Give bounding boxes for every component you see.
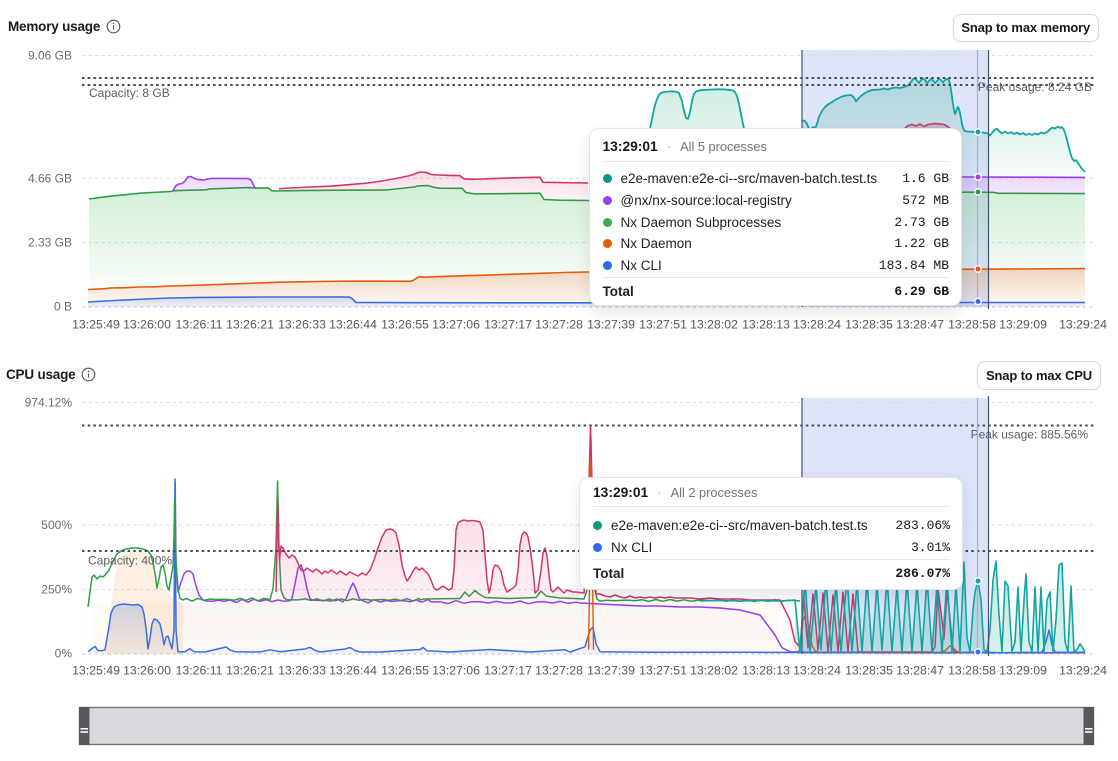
svg-text:13:27:17: 13:27:17 <box>484 318 532 332</box>
svg-text:500%: 500% <box>41 518 72 532</box>
svg-text:13:26:44: 13:26:44 <box>329 664 377 678</box>
svg-text:Capacity: 400%: Capacity: 400% <box>88 554 172 568</box>
svg-text:13:27:06: 13:27:06 <box>432 318 480 332</box>
svg-text:13:28:58: 13:28:58 <box>948 318 996 332</box>
svg-text:13:26:00: 13:26:00 <box>123 318 171 332</box>
svg-text:4.66 GB: 4.66 GB <box>28 171 72 185</box>
svg-text:974.12%: 974.12% <box>25 396 73 410</box>
svg-text:13:27:06: 13:27:06 <box>432 664 480 678</box>
svg-text:13:28:02: 13:28:02 <box>690 664 738 678</box>
svg-text:13:28:35: 13:28:35 <box>845 318 893 332</box>
svg-text:13:28:02: 13:28:02 <box>690 318 738 332</box>
svg-text:0 B: 0 B <box>54 300 72 314</box>
svg-text:13:28:58: 13:28:58 <box>948 664 996 678</box>
svg-text:13:27:17: 13:27:17 <box>484 664 532 678</box>
svg-text:13:26:21: 13:26:21 <box>226 664 274 678</box>
svg-text:13:26:44: 13:26:44 <box>329 318 377 332</box>
svg-text:13:28:47: 13:28:47 <box>896 664 944 678</box>
svg-text:13:29:09: 13:29:09 <box>999 318 1047 332</box>
svg-text:13:27:51: 13:27:51 <box>639 664 687 678</box>
svg-text:13:26:33: 13:26:33 <box>278 664 326 678</box>
svg-text:13:26:11: 13:26:11 <box>176 318 223 332</box>
svg-text:0%: 0% <box>55 647 73 661</box>
svg-text:13:26:55: 13:26:55 <box>381 664 429 678</box>
svg-text:9.06 GB: 9.06 GB <box>28 49 72 63</box>
svg-text:13:28:24: 13:28:24 <box>793 664 841 678</box>
svg-text:13:29:24: 13:29:24 <box>1059 318 1107 332</box>
svg-text:13:29:09: 13:29:09 <box>999 664 1047 678</box>
svg-text:13:29:24: 13:29:24 <box>1059 664 1107 678</box>
svg-text:13:28:24: 13:28:24 <box>793 318 841 332</box>
svg-text:13:27:39: 13:27:39 <box>587 318 635 332</box>
svg-text:13:28:13: 13:28:13 <box>742 664 790 678</box>
svg-text:Peak usage: 8.24 GB: Peak usage: 8.24 GB <box>978 80 1092 94</box>
svg-text:13:25:49: 13:25:49 <box>72 318 120 332</box>
svg-text:250%: 250% <box>41 583 72 597</box>
svg-text:13:27:28: 13:27:28 <box>535 318 583 332</box>
svg-text:13:28:35: 13:28:35 <box>845 664 893 678</box>
svg-text:13:27:28: 13:27:28 <box>535 664 583 678</box>
svg-text:13:26:55: 13:26:55 <box>381 318 429 332</box>
svg-text:13:26:21: 13:26:21 <box>226 318 274 332</box>
svg-text:Capacity: 8 GB: Capacity: 8 GB <box>89 86 170 100</box>
svg-text:13:27:51: 13:27:51 <box>639 318 687 332</box>
svg-text:13:25:49: 13:25:49 <box>72 664 120 678</box>
svg-text:13:28:13: 13:28:13 <box>742 318 790 332</box>
svg-text:13:26:00: 13:26:00 <box>123 664 171 678</box>
svg-text:13:26:33: 13:26:33 <box>278 318 326 332</box>
svg-text:13:28:47: 13:28:47 <box>896 318 944 332</box>
svg-text:13:26:11: 13:26:11 <box>176 664 223 678</box>
svg-text:13:27:39: 13:27:39 <box>587 664 635 678</box>
svg-text:2.33 GB: 2.33 GB <box>28 236 72 250</box>
